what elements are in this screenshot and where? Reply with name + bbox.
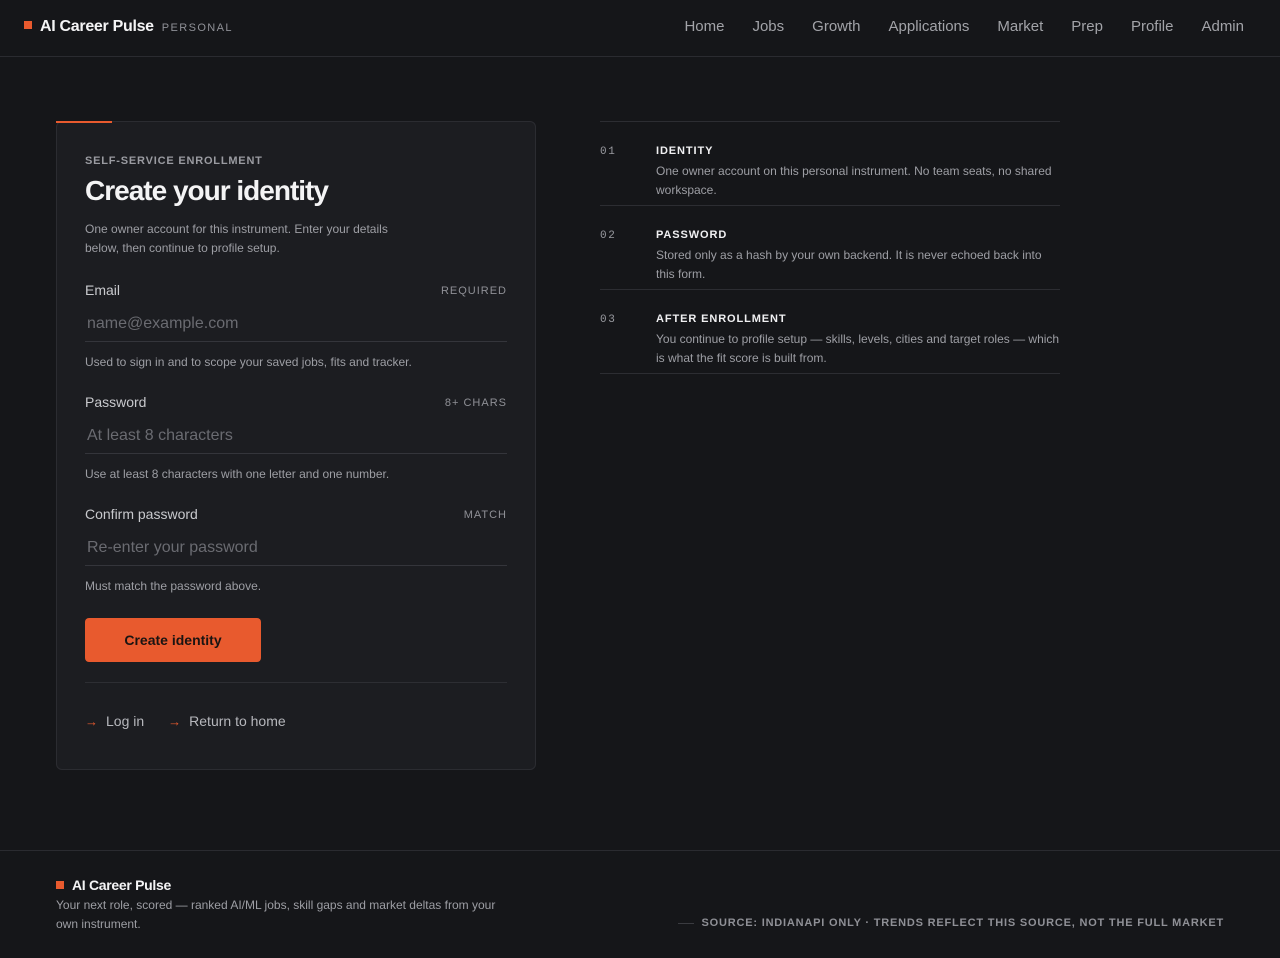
page-title: Create your identity xyxy=(85,175,329,206)
step-description: One owner account on this personal instr… xyxy=(656,164,1052,197)
step-title: PASSWORD xyxy=(656,229,728,241)
step-description: Stored only as a hash by your own backen… xyxy=(656,248,1042,281)
enrollment-card: SELF-SERVICE ENROLLMENT Create your iden… xyxy=(56,121,536,770)
enrollment-steps: 01 IDENTITY One owner account on this pe… xyxy=(600,121,1060,374)
create-identity-button[interactable]: Create identity xyxy=(85,618,261,662)
card-accent-bar xyxy=(56,121,112,123)
return-home-link[interactable]: → Return to home xyxy=(168,713,286,729)
nav-market[interactable]: Market xyxy=(997,18,1043,35)
footer-tagline: Your next role, scored — ranked AI/ML jo… xyxy=(56,898,496,931)
nav-jobs[interactable]: Jobs xyxy=(752,18,784,35)
footer-source-text: SOURCE: INDIANAPI ONLY · TRENDS REFLECT … xyxy=(701,917,1224,929)
step-number: 03 xyxy=(600,314,617,326)
confirm-password-match-tag: MATCH xyxy=(463,509,507,521)
top-bar: AI Career Pulse PERSONAL Home Jobs Growt… xyxy=(0,0,1280,57)
card-divider xyxy=(85,682,507,683)
arrow-right-icon: → xyxy=(168,713,182,729)
step-item: 01 IDENTITY One owner account on this pe… xyxy=(600,121,1060,205)
page: AI Career Pulse PERSONAL Home Jobs Growt… xyxy=(0,0,1280,958)
footer-brand-name: AI Career Pulse xyxy=(72,877,171,893)
nav-growth[interactable]: Growth xyxy=(812,18,860,35)
password-help: Use at least 8 characters with one lette… xyxy=(85,467,390,481)
brand-square-icon xyxy=(56,881,64,889)
step-title: IDENTITY xyxy=(656,145,714,157)
brand-tag: PERSONAL xyxy=(161,22,233,34)
login-link[interactable]: → Log in xyxy=(85,713,144,729)
password-label: Password xyxy=(85,394,147,410)
confirm-password-field[interactable] xyxy=(85,530,507,566)
nav-applications[interactable]: Applications xyxy=(889,18,970,35)
arrow-right-icon: → xyxy=(85,713,98,729)
nav-prep[interactable]: Prep xyxy=(1071,18,1103,35)
password-length-tag: 8+ CHARS xyxy=(444,397,507,409)
step-number: 02 xyxy=(600,230,617,242)
email-label: Email xyxy=(85,282,121,298)
steps-divider xyxy=(600,373,1060,374)
return-home-link-label: Return to home xyxy=(189,713,286,729)
step-item: 03 AFTER ENROLLMENT You continue to prof… xyxy=(600,289,1060,373)
footer-source-rule xyxy=(677,922,694,924)
email-required-tag: REQUIRED xyxy=(440,285,507,297)
main-nav: Home Jobs Growth Applications Market Pre… xyxy=(684,18,1244,35)
confirm-password-label: Confirm password xyxy=(85,506,198,522)
nav-home[interactable]: Home xyxy=(684,18,724,35)
footer: AI Career Pulse Your next role, scored —… xyxy=(0,850,1280,958)
email-field[interactable] xyxy=(85,306,507,342)
email-help: Used to sign in and to scope your saved … xyxy=(85,355,412,369)
password-field-group: Password 8+ CHARS Use at least 8 charact… xyxy=(85,394,507,481)
confirm-password-help: Must match the password above. xyxy=(85,579,262,593)
step-number: 01 xyxy=(600,146,617,158)
step-description: You continue to profile setup — skills, … xyxy=(656,332,1060,365)
step-item: 02 PASSWORD Stored only as a hash by you… xyxy=(600,205,1060,289)
card-links: → Log in → Return to home xyxy=(85,713,286,729)
card-eyebrow: SELF-SERVICE ENROLLMENT xyxy=(85,155,263,167)
nav-profile[interactable]: Profile xyxy=(1131,18,1174,35)
email-field-group: Email REQUIRED Used to sign in and to sc… xyxy=(85,282,507,369)
nav-admin[interactable]: Admin xyxy=(1201,18,1244,35)
password-field[interactable] xyxy=(85,418,507,454)
brand[interactable]: AI Career Pulse PERSONAL xyxy=(24,18,233,36)
step-title: AFTER ENROLLMENT xyxy=(656,313,787,325)
card-intro: One owner account for this instrument. E… xyxy=(85,222,388,255)
footer-brand: AI Career Pulse xyxy=(56,877,171,893)
login-link-label: Log in xyxy=(106,713,145,729)
brand-square-icon xyxy=(24,21,32,29)
footer-source: SOURCE: INDIANAPI ONLY · TRENDS REFLECT … xyxy=(677,917,1224,929)
confirm-password-field-group: Confirm password MATCH Must match the pa… xyxy=(85,506,507,593)
brand-name: AI Career Pulse xyxy=(40,18,154,35)
